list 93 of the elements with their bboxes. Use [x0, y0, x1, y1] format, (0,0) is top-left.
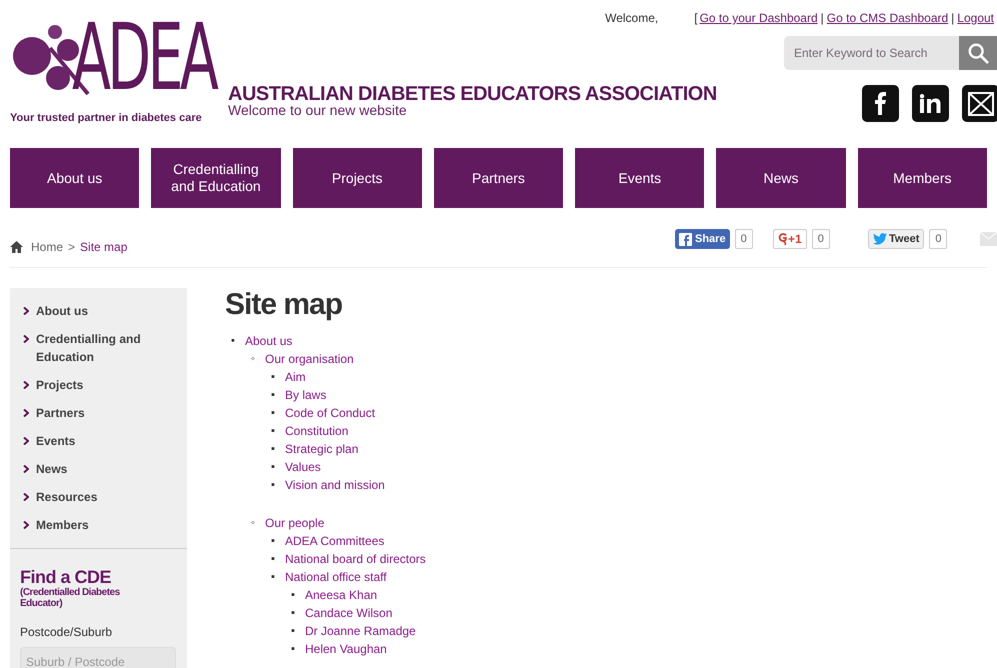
sitemap-link[interactable]: Our organisation: [265, 350, 354, 368]
sidebar-item[interactable]: Members: [10, 516, 187, 534]
chevron-icon: [23, 521, 29, 529]
chevron-icon: [23, 465, 29, 473]
sitemap-link[interactable]: Helen Vaughan: [305, 640, 387, 658]
nav-item[interactable]: About us: [10, 148, 140, 208]
bullet-mark: ▪: [271, 370, 276, 385]
bullet-mark: ◦: [251, 516, 256, 531]
sitemap-link[interactable]: National office staff: [285, 568, 387, 586]
bullet-mark: ▪: [291, 624, 296, 639]
bullet-mark: ▪: [271, 460, 276, 475]
mail-icon: [968, 92, 994, 116]
chevron-icon: [23, 381, 29, 389]
nav-item[interactable]: Projects: [292, 148, 422, 208]
bullet-mark: ▪: [291, 588, 296, 603]
bullet-mark: ◦: [251, 352, 256, 367]
search-button[interactable]: [959, 36, 997, 70]
sitemap-link[interactable]: Aim: [285, 368, 306, 386]
sidebar-item[interactable]: About us: [10, 302, 187, 320]
field-label: Postcode/Suburb: [20, 624, 114, 641]
logo-text: ADEA: [72, 14, 216, 102]
share-count: 0: [812, 229, 830, 249]
sitemap-link[interactable]: By laws: [285, 386, 326, 404]
bullet-mark: •: [231, 334, 236, 349]
dashboard-link[interactable]: Logout: [957, 9, 994, 27]
sitemap-link[interactable]: Values: [285, 458, 321, 476]
breadcrumb-current: Site map: [80, 239, 128, 256]
bullet-mark: ▪: [271, 570, 276, 585]
postcode-field[interactable]: Suburb / Postcode: [20, 647, 176, 668]
sitemap-link[interactable]: Vision and mission: [285, 476, 385, 494]
envelope-icon: [980, 232, 997, 246]
find-subtitle: (Credentialled Diabetes Educator): [20, 587, 121, 609]
sitemap-link[interactable]: About us: [245, 332, 292, 350]
facebook-icon: [875, 92, 886, 115]
chevron-icon: [23, 335, 29, 343]
sitemap-link[interactable]: Candace Wilson: [305, 604, 392, 622]
plus-one-button[interactable]: +1: [773, 229, 807, 249]
sidebar-item[interactable]: Credentialling and Education: [10, 330, 187, 366]
find-title: Find a CDE: [20, 567, 112, 587]
nav-item[interactable]: Events: [575, 148, 704, 208]
sitemap-link[interactable]: Constitution: [285, 422, 348, 440]
breadcrumb-separator: >: [68, 239, 76, 256]
chevron-icon: [23, 307, 29, 315]
logo-tagline: Your trusted partner in diabetes care: [10, 111, 202, 126]
sidebar-item[interactable]: News: [10, 460, 187, 478]
bracket-text: [: [694, 10, 698, 27]
google-icon: [778, 232, 788, 246]
share-count: 0: [929, 229, 948, 249]
bullet-mark: ▪: [291, 606, 296, 621]
nav-item[interactable]: Credentialling and Education: [151, 148, 281, 208]
separator-text: |: [820, 10, 824, 27]
breadcrumb-link[interactable]: Home: [31, 238, 64, 256]
sidebar-item[interactable]: Events: [10, 432, 187, 450]
sitemap-link[interactable]: Aneesa Khan: [305, 586, 378, 604]
bullet-mark: ▪: [271, 534, 276, 549]
facebook-icon: [679, 232, 692, 246]
sitemap-link[interactable]: Strategic plan: [285, 440, 358, 458]
facebook-link[interactable]: [862, 85, 899, 122]
search-icon: [967, 42, 989, 64]
sitemap-link[interactable]: ADEA Committees: [285, 532, 384, 550]
nav-item[interactable]: News: [716, 148, 846, 208]
bullet-mark: ▪: [271, 442, 276, 457]
nav-item[interactable]: Members: [858, 148, 987, 208]
bullet-mark: ▪: [271, 424, 276, 439]
sitemap-link[interactable]: Our people: [265, 514, 324, 532]
dashboard-link[interactable]: Go to your Dashboard: [700, 9, 818, 27]
bullet-mark: ▪: [271, 388, 276, 403]
welcome-text: Welcome,: [605, 10, 658, 27]
chevron-icon: [23, 437, 29, 445]
separator-text: |: [951, 10, 954, 27]
bullet-mark: ▪: [291, 642, 296, 657]
sidebar-item[interactable]: Resources: [10, 488, 187, 506]
bird-icon: [873, 233, 887, 245]
mail-link[interactable]: [962, 85, 997, 122]
sidebar-item[interactable]: Projects: [10, 376, 187, 394]
sitemap-link[interactable]: Code of Conduct: [285, 404, 376, 422]
nav-item[interactable]: Partners: [434, 148, 564, 208]
bullet-mark: ▪: [271, 478, 276, 493]
sitemap-link[interactable]: National board of directors: [285, 550, 426, 568]
sitemap-link[interactable]: Dr Joanne Ramadge: [305, 622, 416, 640]
tweet-button[interactable]: Tweet: [868, 229, 924, 249]
chevron-icon: [23, 493, 29, 501]
share-count: 0: [734, 229, 753, 249]
sidebar-item[interactable]: Partners: [10, 404, 187, 422]
share-button[interactable]: Share: [675, 229, 730, 249]
chevron-icon: [23, 409, 29, 417]
bullet-mark: ▪: [271, 552, 276, 567]
page-title: Site map: [225, 288, 344, 322]
bullet-mark: ▪: [271, 406, 276, 421]
linkedin-link[interactable]: [912, 85, 949, 122]
linkedin-icon: [920, 94, 941, 113]
dashboard-link[interactable]: Go to CMS Dashboard: [826, 9, 948, 27]
home-icon: [10, 241, 23, 253]
